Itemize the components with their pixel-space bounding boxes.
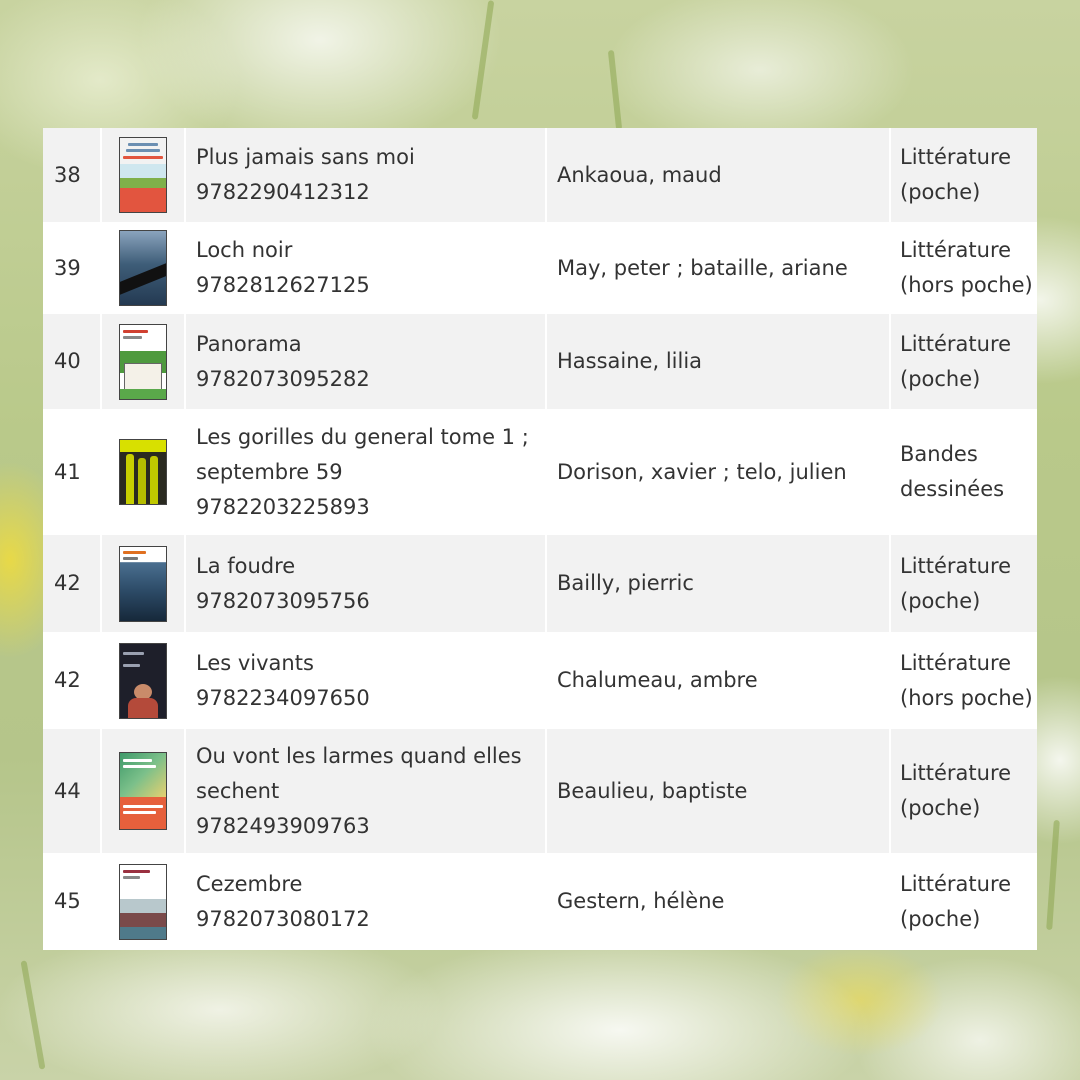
title-cell: Loch noir 9782812627125 <box>185 222 547 314</box>
book-isbn: 9782290412312 <box>196 180 370 204</box>
title-cell: La foudre 9782073095756 <box>185 535 547 632</box>
author-cell: Chalumeau, ambre <box>546 632 891 729</box>
cover-sea <box>120 926 166 939</box>
book-isbn: 9782493909763 <box>196 813 370 838</box>
cover-band <box>120 188 166 212</box>
cover-title-mark <box>123 811 156 814</box>
cover-title-mark <box>126 149 160 152</box>
cover-figure <box>126 454 134 504</box>
title-cell: Ou vont les larmes quand elles sechent 9… <box>185 729 547 853</box>
cover-title-mark <box>123 869 150 873</box>
book-title: Panorama <box>196 331 302 356</box>
table-row[interactable]: 40 Panorama 9782073095282 Hassaine, lili… <box>43 314 1037 409</box>
grass-stem <box>1046 819 1060 931</box>
cover-title-band <box>120 440 166 452</box>
table-row[interactable]: 45 Cezembre 9782073080172 Gestern, hélèn… <box>43 853 1037 950</box>
table-row[interactable]: 41 Les gorilles du general tome 1 ; sept… <box>43 409 1037 535</box>
book-isbn: 9782812627125 <box>196 273 370 297</box>
category-cell: Littérature (poche) <box>890 729 1037 853</box>
book-cover-image[interactable] <box>119 752 167 830</box>
category-cell: Littérature (poche) <box>890 314 1037 409</box>
book-list-panel: 38 Plus jamais sans moi 9782290412312 An… <box>43 128 1037 950</box>
cover-lawn <box>120 388 166 399</box>
book-isbn: 9782234097650 <box>196 685 370 710</box>
book-isbn: 9782203225893 <box>196 494 370 519</box>
cover-title-mark <box>123 805 163 808</box>
grass-stem <box>20 960 46 1070</box>
book-cover-image[interactable] <box>119 545 167 622</box>
book-isbn: 9782073095756 <box>196 588 370 613</box>
table-row[interactable]: 42 Les vivants 9782234097650 Chalumeau, … <box>43 632 1037 729</box>
book-cover-image[interactable] <box>119 642 167 719</box>
cover-house <box>124 362 162 391</box>
grass-stem <box>607 49 623 131</box>
book-cover-image[interactable] <box>119 137 167 213</box>
book-title: Les gorilles du general tome 1 ; <box>196 424 529 449</box>
cover-figure <box>150 456 158 504</box>
rank-cell: 42 <box>43 632 102 729</box>
book-cover-image[interactable] <box>119 439 167 505</box>
book-isbn: 9782073095282 <box>196 366 370 391</box>
rank-cell: 44 <box>43 729 102 853</box>
book-title-continued: septembre 59 <box>196 459 343 484</box>
cover-figure <box>138 458 146 504</box>
grass-stem <box>471 0 495 120</box>
book-isbn: 9782073080172 <box>196 906 370 931</box>
book-title: Plus jamais sans moi <box>196 145 415 169</box>
cover-title-mark <box>123 651 144 655</box>
rank-cell: 45 <box>43 853 102 950</box>
category-cell: Littérature (poche) <box>890 128 1037 222</box>
cover-title-mark <box>123 335 142 339</box>
table-row[interactable]: 44 Ou vont les larmes quand elles sechen… <box>43 729 1037 853</box>
book-cover-image[interactable] <box>119 863 167 940</box>
cover-portrait <box>128 697 158 718</box>
book-cover-image[interactable] <box>119 323 167 400</box>
rank-cell: 38 <box>43 128 102 222</box>
author-cell: Dorison, xavier ; telo, julien <box>546 409 891 535</box>
table-row[interactable]: 42 La foudre 9782073095756 Bailly, pierr… <box>43 535 1037 632</box>
cover-title-mark <box>123 663 140 667</box>
category-cell: Littérature (poche) <box>890 853 1037 950</box>
book-title: Les vivants <box>196 650 314 675</box>
rank-cell: 41 <box>43 409 102 535</box>
author-cell: May, peter ; bataille, ariane <box>546 222 891 314</box>
book-title-continued: sechent <box>196 778 280 803</box>
title-cell: Panorama 9782073095282 <box>185 314 547 409</box>
table-row[interactable]: 39 Loch noir 9782812627125 May, peter ; … <box>43 222 1037 314</box>
cover-title-mark <box>123 156 163 159</box>
author-cell: Beaulieu, baptiste <box>546 729 891 853</box>
author-cell: Gestern, hélène <box>546 853 891 950</box>
table-row[interactable]: 38 Plus jamais sans moi 9782290412312 An… <box>43 128 1037 222</box>
book-title: Ou vont les larmes quand elles <box>196 743 522 768</box>
author-cell: Bailly, pierric <box>546 535 891 632</box>
cover-field <box>120 178 166 188</box>
category-cell: Bandes dessinées <box>890 409 1037 535</box>
cover-title-mark <box>123 875 140 879</box>
author-cell: Hassaine, lilia <box>546 314 891 409</box>
cover-title-mark <box>128 143 158 146</box>
category-cell: Littérature (hors poche) <box>890 632 1037 729</box>
book-cover-image[interactable] <box>119 230 167 306</box>
rank-cell: 42 <box>43 535 102 632</box>
rank-cell: 40 <box>43 314 102 409</box>
cover-band <box>120 262 166 296</box>
cover-title-mark <box>123 329 148 333</box>
title-cell: Plus jamais sans moi 9782290412312 <box>185 128 547 222</box>
title-cell: Cezembre 9782073080172 <box>185 853 547 950</box>
book-title: La foudre <box>196 553 296 578</box>
rank-cell: 39 <box>43 222 102 314</box>
title-cell: Les gorilles du general tome 1 ; septemb… <box>185 409 547 535</box>
category-cell: Littérature (poche) <box>890 535 1037 632</box>
cover-title-mark <box>123 765 156 768</box>
title-cell: Les vivants 9782234097650 <box>185 632 547 729</box>
book-list-table: 38 Plus jamais sans moi 9782290412312 An… <box>43 128 1037 950</box>
cover-title-mark <box>123 759 152 762</box>
author-cell: Ankaoua, maud <box>546 128 891 222</box>
book-title: Cezembre <box>196 871 303 896</box>
cover-title-mark <box>123 556 138 560</box>
book-title: Loch noir <box>196 238 293 262</box>
category-cell: Littérature (hors poche) <box>890 222 1037 314</box>
cover-title-mark <box>123 550 146 554</box>
